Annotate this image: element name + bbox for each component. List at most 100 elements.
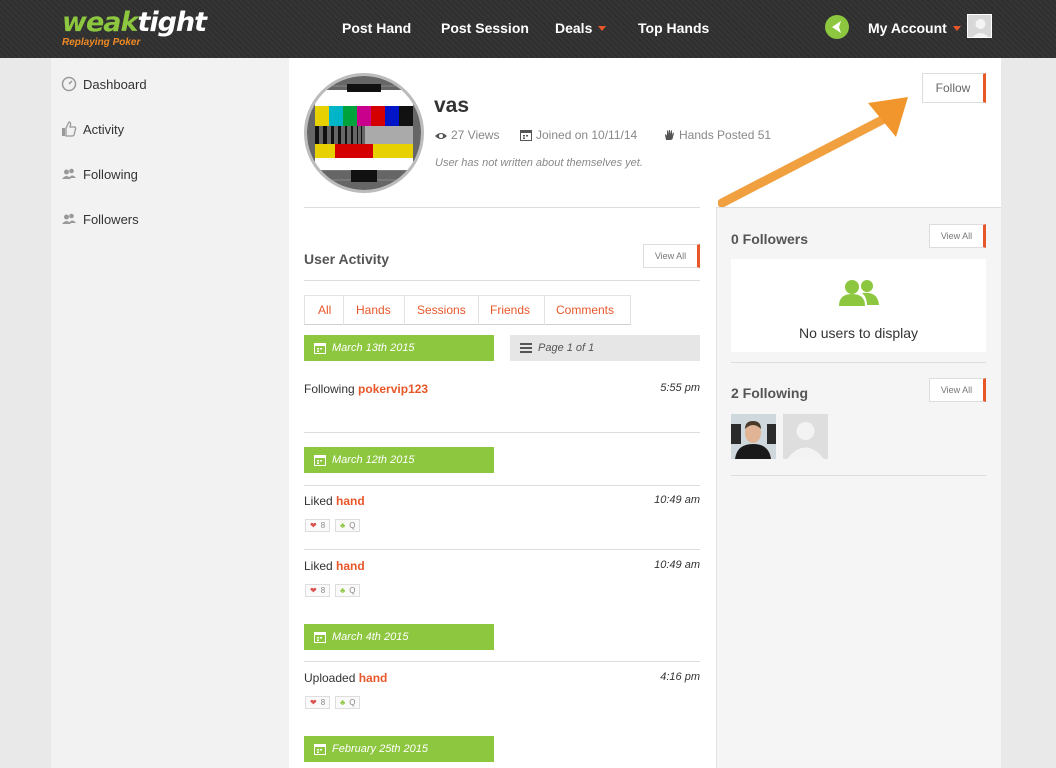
activity-entry: Following pokervip123 xyxy=(304,382,428,396)
profile-username: vas xyxy=(434,94,470,117)
date-header-text: March 12th 2015 xyxy=(332,454,415,466)
calendar-icon xyxy=(314,632,326,643)
card-badge: ♣ Q xyxy=(335,584,361,597)
activity-link[interactable]: pokervip123 xyxy=(358,382,428,396)
logo-tagline: Replaying Poker xyxy=(62,37,141,48)
logo[interactable]: weaktight Replaying Poker xyxy=(62,7,207,48)
following-title: 2 Following xyxy=(731,385,808,401)
heart-icon: ❤ xyxy=(310,521,317,530)
sidebar-item-dashboard[interactable]: Dashboard xyxy=(51,62,289,98)
hand-icon xyxy=(665,130,674,140)
tab-all[interactable]: All xyxy=(318,303,331,317)
activity-title: User Activity xyxy=(304,251,390,267)
tab-friends[interactable]: Friends xyxy=(490,303,530,317)
activity-view-all-button[interactable]: View All xyxy=(643,244,700,268)
dashboard-icon xyxy=(61,76,77,92)
tab-separator xyxy=(343,296,344,325)
heart-icon: ❤ xyxy=(310,698,317,707)
followers-empty-state: No users to display xyxy=(731,259,986,352)
likes-count: 8 xyxy=(320,521,326,530)
activity-link[interactable]: hand xyxy=(336,559,365,573)
chevron-down-icon xyxy=(952,25,961,31)
nav-post-session[interactable]: Post Session xyxy=(441,20,529,36)
activity-action: Liked xyxy=(304,494,333,508)
club-icon: ♣ xyxy=(340,698,346,707)
nav-top-hands[interactable]: Top Hands xyxy=(638,20,709,36)
arrow-left-icon xyxy=(832,21,841,33)
divider xyxy=(716,207,1001,208)
following-view-all-button[interactable]: View All xyxy=(929,378,986,402)
card-badge: ♣ Q xyxy=(335,696,361,709)
tab-separator xyxy=(404,296,405,325)
user-avatar[interactable] xyxy=(967,14,992,38)
calendar-icon xyxy=(314,744,326,755)
activity-tabs: All Hands Sessions Friends Comments xyxy=(304,295,631,325)
users-icon xyxy=(839,280,879,306)
user-silhouette-icon xyxy=(972,19,989,37)
sidebar-item-label: Dashboard xyxy=(83,77,147,92)
profile-avatar xyxy=(304,73,424,193)
card-value: Q xyxy=(349,521,356,530)
user-silhouette-icon xyxy=(783,414,828,459)
date-header-text: March 13th 2015 xyxy=(332,342,415,354)
heart-icon: ❤ xyxy=(310,586,317,595)
card-badge: ♣ Q xyxy=(335,519,361,532)
users-icon xyxy=(62,213,76,224)
following-avatar[interactable] xyxy=(783,414,828,459)
date-header: March 12th 2015 xyxy=(304,447,494,473)
following-avatar[interactable] xyxy=(731,414,776,459)
sidebar-item-following[interactable]: Following xyxy=(51,152,289,188)
nav-post-hand[interactable]: Post Hand xyxy=(342,20,411,36)
activity-link[interactable]: hand xyxy=(336,494,365,508)
tab-separator xyxy=(544,296,545,325)
nav-deals[interactable]: Deals xyxy=(555,20,607,36)
users-icon xyxy=(62,168,76,179)
date-header-text: February 25th 2015 xyxy=(332,743,429,755)
divider xyxy=(304,661,700,662)
sidebar-item-followers[interactable]: Followers xyxy=(51,197,289,233)
activity-time: 5:55 pm xyxy=(660,382,700,394)
eye-icon xyxy=(435,133,447,139)
test-card-image xyxy=(307,76,421,190)
profile-joined-text: Joined on 10/11/14 xyxy=(536,128,638,142)
calendar-icon xyxy=(314,343,326,354)
profile-about: User has not written about themselves ye… xyxy=(435,157,643,169)
profile-joined: Joined on 10/11/14 xyxy=(520,128,637,142)
club-icon: ♣ xyxy=(340,586,346,595)
divider xyxy=(304,549,700,550)
date-header: February 25th 2015 xyxy=(304,736,494,762)
tab-comments[interactable]: Comments xyxy=(556,303,614,317)
sidebar-item-label: Activity xyxy=(83,122,125,137)
activity-link[interactable]: hand xyxy=(359,671,388,685)
empty-state-text: No users to display xyxy=(798,325,919,341)
profile-views: 27 Views xyxy=(435,128,499,142)
back-button[interactable] xyxy=(825,15,849,39)
logo-word-weak: weak xyxy=(62,7,138,38)
nav-deals-label: Deals xyxy=(555,20,593,36)
likes-badge: ❤ 8 xyxy=(305,584,331,597)
divider xyxy=(304,207,700,208)
followers-view-all-button[interactable]: View All xyxy=(929,224,986,248)
pagination-text: Page 1 of 1 xyxy=(538,342,595,354)
likes-badge: ❤ 8 xyxy=(305,519,331,532)
nav-my-account[interactable]: My Account xyxy=(868,20,961,36)
tab-separator xyxy=(478,296,479,325)
sidebar-item-activity[interactable]: Activity xyxy=(51,107,289,143)
sidebar: Dashboard Activity Following Followers xyxy=(51,58,289,768)
thumbs-up-icon xyxy=(62,121,77,137)
person-photo-image xyxy=(731,414,776,459)
likes-count: 8 xyxy=(320,698,326,707)
follow-button[interactable]: Follow xyxy=(922,73,986,103)
activity-entry: Uploaded hand xyxy=(304,671,387,685)
date-header: March 4th 2015 xyxy=(304,624,494,650)
logo-word-tight: tight xyxy=(137,7,207,38)
tab-sessions[interactable]: Sessions xyxy=(417,303,466,317)
activity-action: Following xyxy=(304,382,355,396)
tab-hands[interactable]: Hands xyxy=(356,303,391,317)
activity-time: 10:49 am xyxy=(654,559,700,571)
likes-badge: ❤ 8 xyxy=(305,696,331,709)
activity-entry: Liked hand xyxy=(304,559,365,573)
calendar-icon xyxy=(314,455,326,466)
date-header-text: March 4th 2015 xyxy=(332,631,409,643)
divider xyxy=(731,362,986,363)
